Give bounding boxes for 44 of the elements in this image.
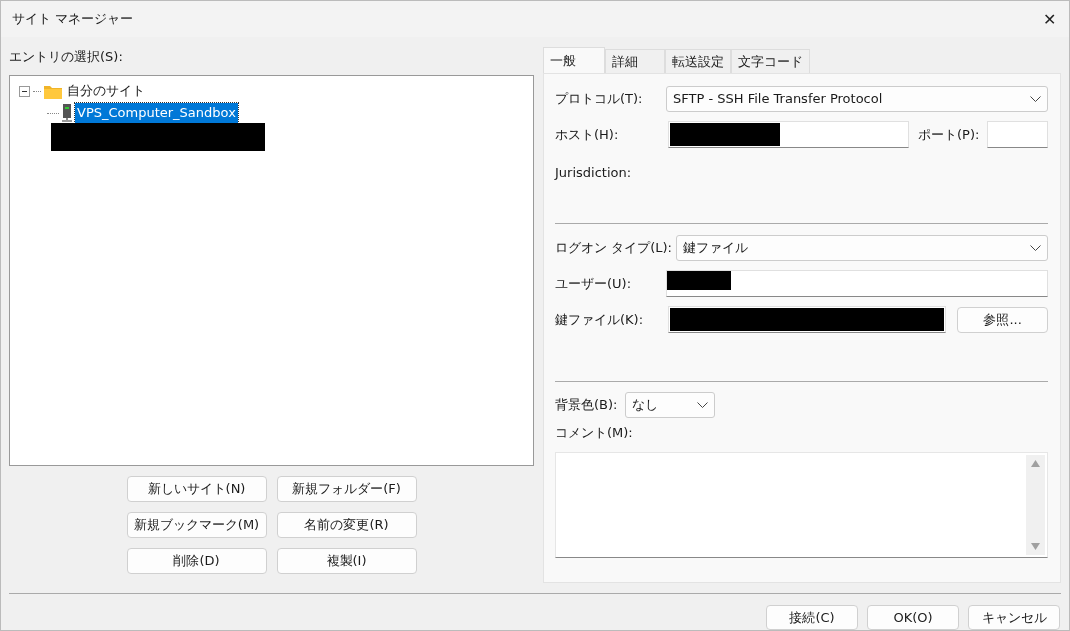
chevron-icon <box>697 401 709 408</box>
action-button[interactable]: 名前の変更(R) <box>276 512 417 538</box>
protocol-dropdown[interactable]: SFTP - SSH File Transfer Protocol <box>666 85 1048 112</box>
server-icon <box>62 104 72 122</box>
dialog-button[interactable]: キャンセル <box>968 605 1060 630</box>
action-button[interactable]: 新規ブックマーク(M) <box>126 512 267 538</box>
host-field[interactable] <box>668 121 909 148</box>
action-button[interactable]: 新しいサイト(N) <box>126 476 267 502</box>
scroll-down-icon[interactable] <box>1031 543 1040 550</box>
tab[interactable]: 転送設定 <box>665 49 731 73</box>
comment-field[interactable] <box>555 452 1048 558</box>
logon-type-dropdown[interactable]: 鍵ファイル <box>675 234 1048 261</box>
field-label: 背景色(B): <box>555 395 618 414</box>
background-color-dropdown[interactable]: なし <box>625 391 716 418</box>
folder-icon <box>44 83 62 99</box>
tab[interactable]: 文字コード <box>731 49 810 73</box>
dialog-button[interactable]: 接続(C) <box>766 605 858 630</box>
tree-item[interactable]: 自分のサイト <box>65 81 147 101</box>
user-field[interactable] <box>666 270 1048 297</box>
tab[interactable]: 詳細 <box>605 49 665 73</box>
field-label: ログオン タイプ(L): <box>555 238 673 257</box>
field-label: プロトコル(T): <box>555 89 644 108</box>
action-button[interactable]: 削除(D) <box>126 548 267 574</box>
chevron-icon <box>1030 244 1041 251</box>
field-label: コメント(M): <box>555 424 634 442</box>
field-label: ホスト(H): <box>555 125 620 144</box>
chevron-icon <box>1030 95 1041 102</box>
tree-item[interactable]: VPS_Computer_Sandbox <box>75 103 238 123</box>
scroll-up-icon[interactable] <box>1031 460 1040 467</box>
dialog-button[interactable]: OK(O) <box>867 605 959 630</box>
close-button[interactable]: ✕ <box>1029 1 1069 37</box>
entry-label: エントリの選択(S): <box>9 48 124 66</box>
scrollbar[interactable] <box>1026 455 1045 555</box>
field-label: ユーザー(U): <box>555 274 633 293</box>
collapse-icon[interactable] <box>19 85 30 97</box>
tab[interactable]: 一般 <box>543 47 605 73</box>
field-label: 鍵ファイル(K): <box>555 310 645 329</box>
browse-button[interactable]: 参照... <box>957 306 1048 333</box>
window-title: サイト マネージャー <box>12 10 134 28</box>
field-label: ポート(P): <box>918 125 980 144</box>
action-button[interactable]: 複製(I) <box>276 548 417 574</box>
port-field[interactable] <box>987 121 1048 148</box>
field-label: Jurisdiction: <box>555 165 633 180</box>
action-button[interactable]: 新規フォルダー(F) <box>276 476 417 502</box>
